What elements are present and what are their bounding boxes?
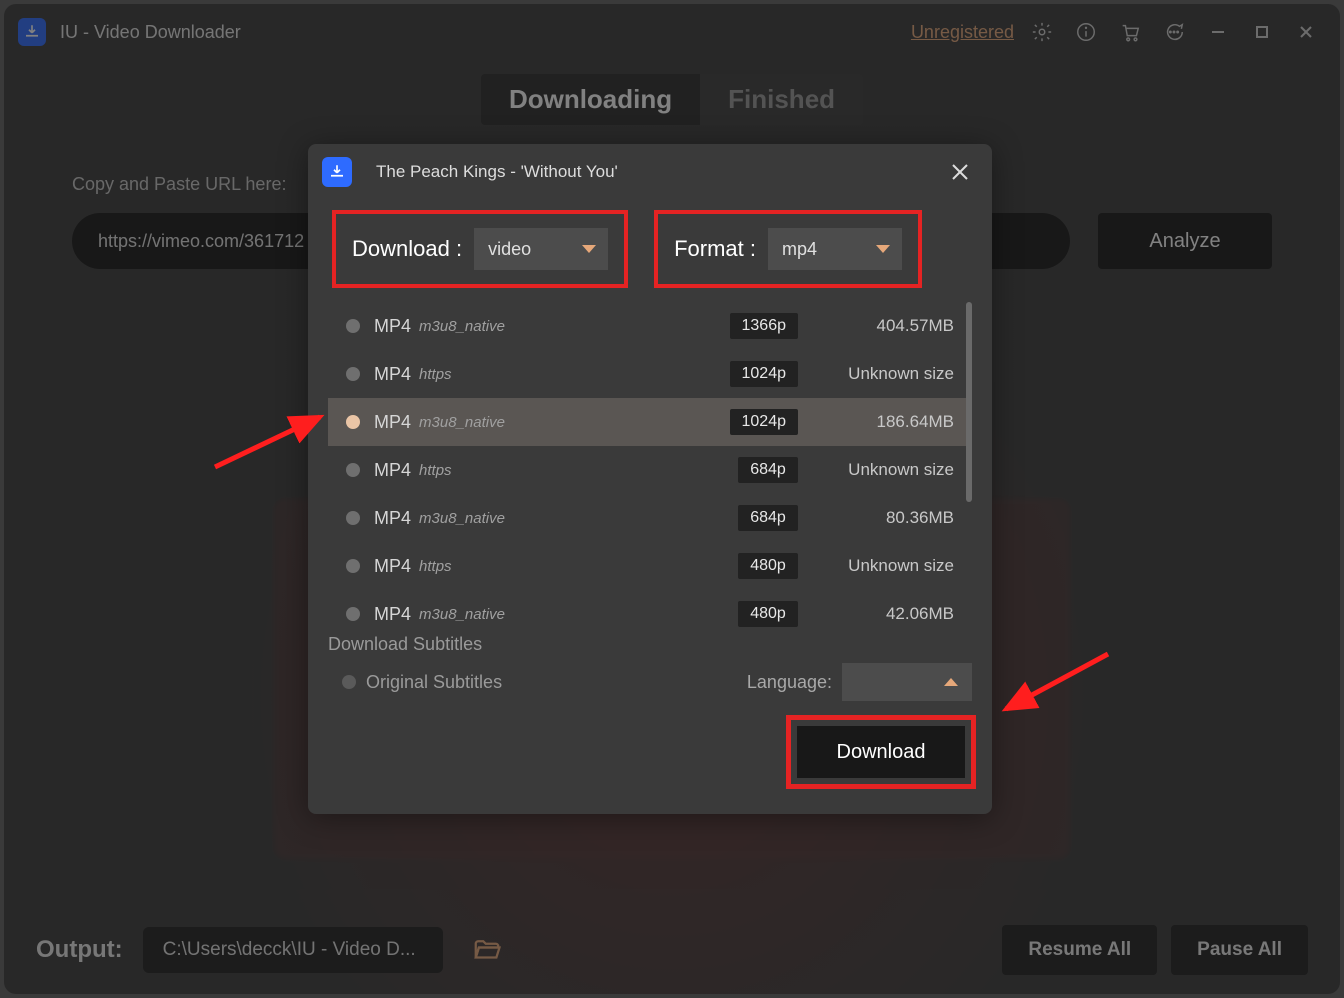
- option-source: m3u8_native: [419, 606, 505, 623]
- chevron-down-icon: [876, 245, 890, 253]
- option-size: 80.36MB: [814, 508, 954, 528]
- resolution-options-list: MP4 m3u8_native 1366p 404.57MB MP4 https 1024p…: [328, 302, 972, 638]
- option-size: 186.64MB: [814, 412, 954, 432]
- option-source: m3u8_native: [419, 510, 505, 527]
- option-size: Unknown size: [814, 556, 954, 576]
- option-format: MP4: [374, 316, 411, 337]
- option-source: https: [419, 366, 452, 383]
- language-label: Language:: [747, 672, 832, 693]
- download-label: Download :: [352, 236, 462, 262]
- option-resolution: 684p: [738, 457, 798, 483]
- option-resolution: 1366p: [730, 313, 799, 339]
- resolution-option[interactable]: MP4 m3u8_native 1366p 404.57MB: [328, 302, 972, 350]
- option-resolution: 1024p: [730, 361, 799, 387]
- download-button-highlight: Download: [786, 715, 976, 789]
- option-resolution: 480p: [738, 553, 798, 579]
- option-resolution: 1024p: [730, 409, 799, 435]
- scrollbar[interactable]: [966, 302, 972, 502]
- dialog-close-button[interactable]: [942, 154, 978, 190]
- chevron-down-icon: [582, 245, 596, 253]
- radio-icon: [346, 367, 360, 381]
- option-format: MP4: [374, 604, 411, 625]
- radio-icon: [346, 319, 360, 333]
- resolution-option[interactable]: MP4 m3u8_native 1024p 186.64MB: [328, 398, 972, 446]
- option-format: MP4: [374, 412, 411, 433]
- download-button[interactable]: Download: [797, 726, 965, 778]
- option-size: Unknown size: [814, 460, 954, 480]
- resolution-option[interactable]: MP4 https 1024p Unknown size: [328, 350, 972, 398]
- radio-icon: [346, 415, 360, 429]
- option-resolution: 684p: [738, 505, 798, 531]
- annotation-arrow-icon: [998, 644, 1118, 729]
- radio-icon: [346, 559, 360, 573]
- original-subtitles-radio[interactable]: [342, 675, 356, 689]
- option-source: m3u8_native: [419, 414, 505, 431]
- chevron-up-icon: [944, 678, 958, 686]
- resolution-option[interactable]: MP4 https 684p Unknown size: [328, 446, 972, 494]
- download-type-select[interactable]: video: [474, 228, 608, 270]
- option-format: MP4: [374, 556, 411, 577]
- download-dialog: The Peach Kings - 'Without You' Download…: [308, 144, 992, 814]
- resolution-option[interactable]: MP4 m3u8_native 684p 80.36MB: [328, 494, 972, 542]
- format-value: mp4: [782, 239, 817, 260]
- option-size: 42.06MB: [814, 604, 954, 624]
- option-size: Unknown size: [814, 364, 954, 384]
- option-format: MP4: [374, 364, 411, 385]
- option-format: MP4: [374, 508, 411, 529]
- download-type-value: video: [488, 239, 531, 260]
- option-resolution: 480p: [738, 601, 798, 627]
- radio-icon: [346, 607, 360, 621]
- radio-icon: [346, 463, 360, 477]
- resolution-option[interactable]: MP4 m3u8_native 480p 42.06MB: [328, 590, 972, 638]
- download-select-group: Download : video: [332, 210, 628, 288]
- radio-icon: [346, 511, 360, 525]
- format-select-group: Format : mp4: [654, 210, 922, 288]
- option-source: https: [419, 558, 452, 575]
- dialog-logo-icon: [322, 157, 352, 187]
- annotation-arrow-icon: [210, 397, 330, 482]
- original-subtitles-label: Original Subtitles: [366, 672, 502, 693]
- format-label: Format :: [674, 236, 756, 262]
- language-select[interactable]: [842, 663, 972, 701]
- resolution-option[interactable]: MP4 https 480p Unknown size: [328, 542, 972, 590]
- dialog-title: The Peach Kings - 'Without You': [376, 162, 618, 182]
- option-source: https: [419, 462, 452, 479]
- format-select[interactable]: mp4: [768, 228, 902, 270]
- option-format: MP4: [374, 460, 411, 481]
- option-source: m3u8_native: [419, 318, 505, 335]
- option-size: 404.57MB: [814, 316, 954, 336]
